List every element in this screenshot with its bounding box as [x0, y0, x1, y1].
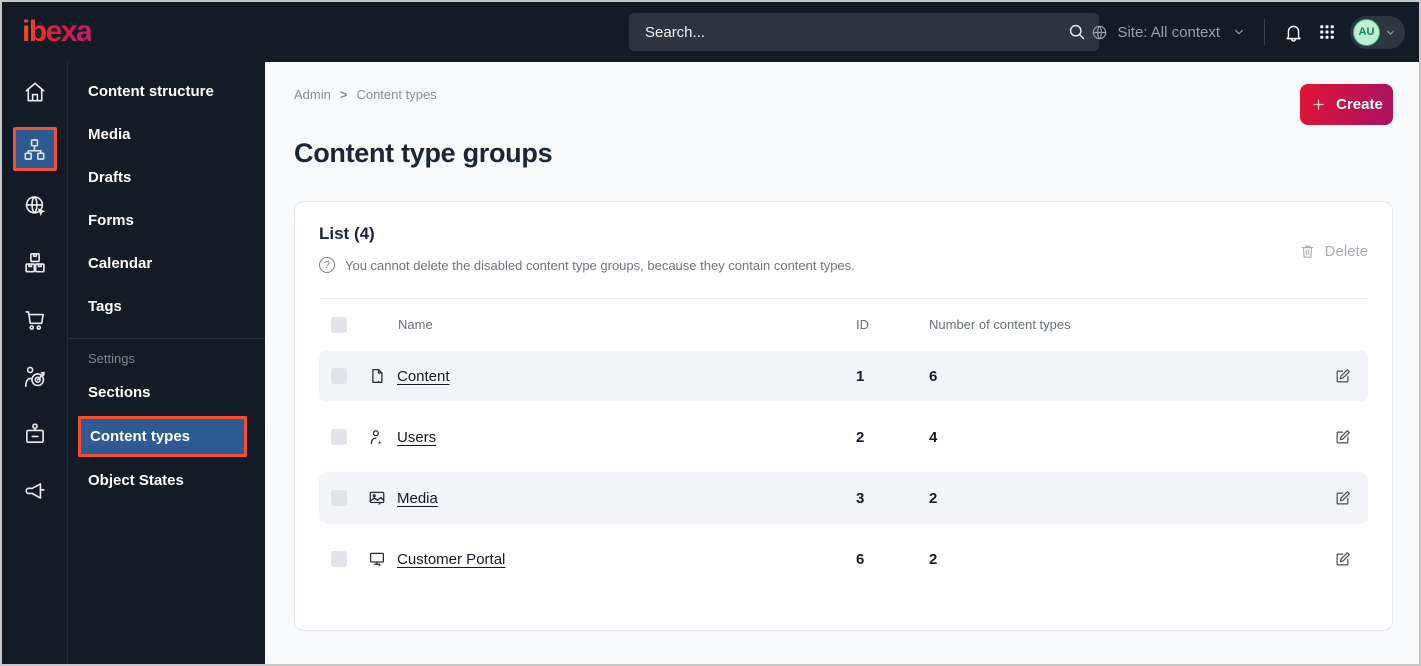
content-type-groups-table: Name ID Number of content types Content … — [319, 298, 1368, 585]
avatar: AU — [1353, 18, 1380, 46]
rail-item-marketing[interactable] — [13, 469, 57, 513]
create-button[interactable]: Create — [1300, 84, 1393, 125]
group-count: 6 — [929, 367, 938, 385]
rail-item-customers[interactable] — [13, 355, 57, 399]
plus-icon — [1310, 96, 1327, 113]
site-context-selector[interactable]: Site: All context — [1090, 23, 1246, 42]
group-link[interactable]: Media — [397, 490, 438, 507]
search-input[interactable] — [645, 23, 1067, 41]
sidebar-item-media[interactable]: Media — [68, 113, 265, 156]
edit-button[interactable] — [1334, 428, 1352, 446]
commerce-cart-icon — [22, 307, 48, 333]
create-button-label: Create — [1336, 96, 1383, 113]
product-boxes-icon — [22, 250, 48, 276]
delete-button[interactable]: Delete — [1299, 240, 1368, 262]
app-grid-icon[interactable] — [1318, 23, 1336, 41]
sidebar-item-tags[interactable]: Tags — [68, 285, 265, 328]
globe-icon — [1090, 23, 1109, 42]
row-checkbox[interactable] — [331, 429, 347, 445]
group-id: 1 — [856, 367, 865, 385]
rail-item-content[interactable] — [12, 127, 57, 171]
sidebar-item-content-types[interactable]: Content types — [78, 416, 247, 457]
group-link[interactable]: Content — [397, 368, 450, 385]
list-info-text: You cannot delete the disabled content t… — [345, 257, 855, 273]
breadcrumb-separator: > — [339, 87, 348, 102]
sidebar-item-calendar[interactable]: Calendar — [68, 242, 265, 285]
table-row: Content 1 6 — [319, 350, 1368, 402]
topbar-right: Site: All context AU — [1090, 2, 1405, 62]
media-image-icon — [368, 489, 386, 507]
table-row: Media 3 2 — [319, 472, 1368, 524]
global-search[interactable] — [629, 13, 1099, 51]
column-header-count: Number of content types — [929, 317, 1071, 332]
menu-sidebar: Content structure Media Drafts Forms Cal… — [67, 62, 265, 664]
page-title: Content type groups — [294, 138, 553, 168]
breadcrumb-current: Content types — [356, 87, 437, 102]
home-icon — [22, 79, 48, 105]
badge-icon — [22, 421, 48, 447]
row-checkbox[interactable] — [331, 551, 347, 567]
topbar: ibexa Site: All context — [2, 2, 1419, 62]
sidebar-item-sections[interactable]: Sections — [68, 371, 265, 414]
group-id: 3 — [856, 489, 865, 507]
group-id: 2 — [856, 428, 865, 446]
sidebar-item-content-structure[interactable]: Content structure — [68, 70, 265, 113]
ibexa-logo: ibexa — [18, 17, 93, 47]
audience-target-icon — [22, 364, 48, 390]
edit-button[interactable] — [1334, 489, 1352, 507]
row-checkbox[interactable] — [331, 490, 347, 506]
content-structure-icon — [22, 137, 47, 162]
table-header-row: Name ID Number of content types — [319, 299, 1368, 350]
group-count: 4 — [929, 428, 938, 446]
notifications-bell-icon[interactable] — [1283, 22, 1304, 43]
sidebar-item-forms[interactable]: Forms — [68, 199, 265, 242]
column-header-name: Name — [398, 317, 433, 332]
chevron-down-icon — [1384, 26, 1397, 39]
customer-portal-monitor-icon — [368, 550, 386, 568]
users-icon — [368, 428, 386, 446]
site-context-label: Site: All context — [1117, 23, 1220, 41]
table-row: Users 2 4 — [319, 411, 1368, 463]
rail-item-commerce[interactable] — [13, 298, 57, 342]
column-header-id: ID — [856, 317, 869, 332]
row-checkbox[interactable] — [331, 368, 347, 384]
icon-rail — [2, 62, 67, 664]
delete-button-label: Delete — [1324, 242, 1368, 260]
content-type-groups-card: List (4) ? You cannot delete the disable… — [294, 201, 1393, 631]
sidebar-divider — [68, 338, 265, 339]
edit-button[interactable] — [1334, 367, 1352, 385]
user-menu[interactable]: AU — [1350, 15, 1405, 49]
content-file-icon — [368, 367, 386, 385]
group-count: 2 — [929, 489, 938, 507]
trash-icon — [1299, 243, 1316, 260]
sidebar-item-object-states[interactable]: Object States — [68, 459, 265, 502]
chevron-down-icon — [1232, 25, 1246, 39]
megaphone-icon — [22, 478, 48, 504]
rail-item-dashboard[interactable] — [13, 70, 57, 114]
group-link[interactable]: Customer Portal — [397, 551, 505, 568]
list-title: List (4) — [319, 224, 375, 243]
help-question-icon: ? — [319, 257, 335, 273]
search-icon[interactable] — [1067, 22, 1087, 42]
ibexa-admin-app: ibexa Site: All context — [2, 2, 1419, 664]
sidebar-heading-settings: Settings — [88, 350, 135, 366]
main-content: Admin > Content types Create Content typ… — [265, 62, 1419, 664]
sidebar-item-drafts[interactable]: Drafts — [68, 156, 265, 199]
select-all-checkbox[interactable] — [331, 316, 347, 333]
rail-item-orders[interactable] — [13, 412, 57, 456]
group-link[interactable]: Users — [397, 429, 436, 446]
group-id: 6 — [856, 550, 865, 568]
rail-item-site[interactable] — [13, 184, 57, 228]
topbar-divider — [1264, 19, 1265, 45]
edit-button[interactable] — [1334, 550, 1352, 568]
table-row: Customer Portal 6 2 — [319, 533, 1368, 585]
breadcrumb-admin[interactable]: Admin — [294, 87, 331, 102]
site-globe-icon — [22, 193, 48, 219]
group-count: 2 — [929, 550, 938, 568]
rail-item-products[interactable] — [13, 241, 57, 285]
breadcrumb: Admin > Content types — [294, 84, 437, 102]
